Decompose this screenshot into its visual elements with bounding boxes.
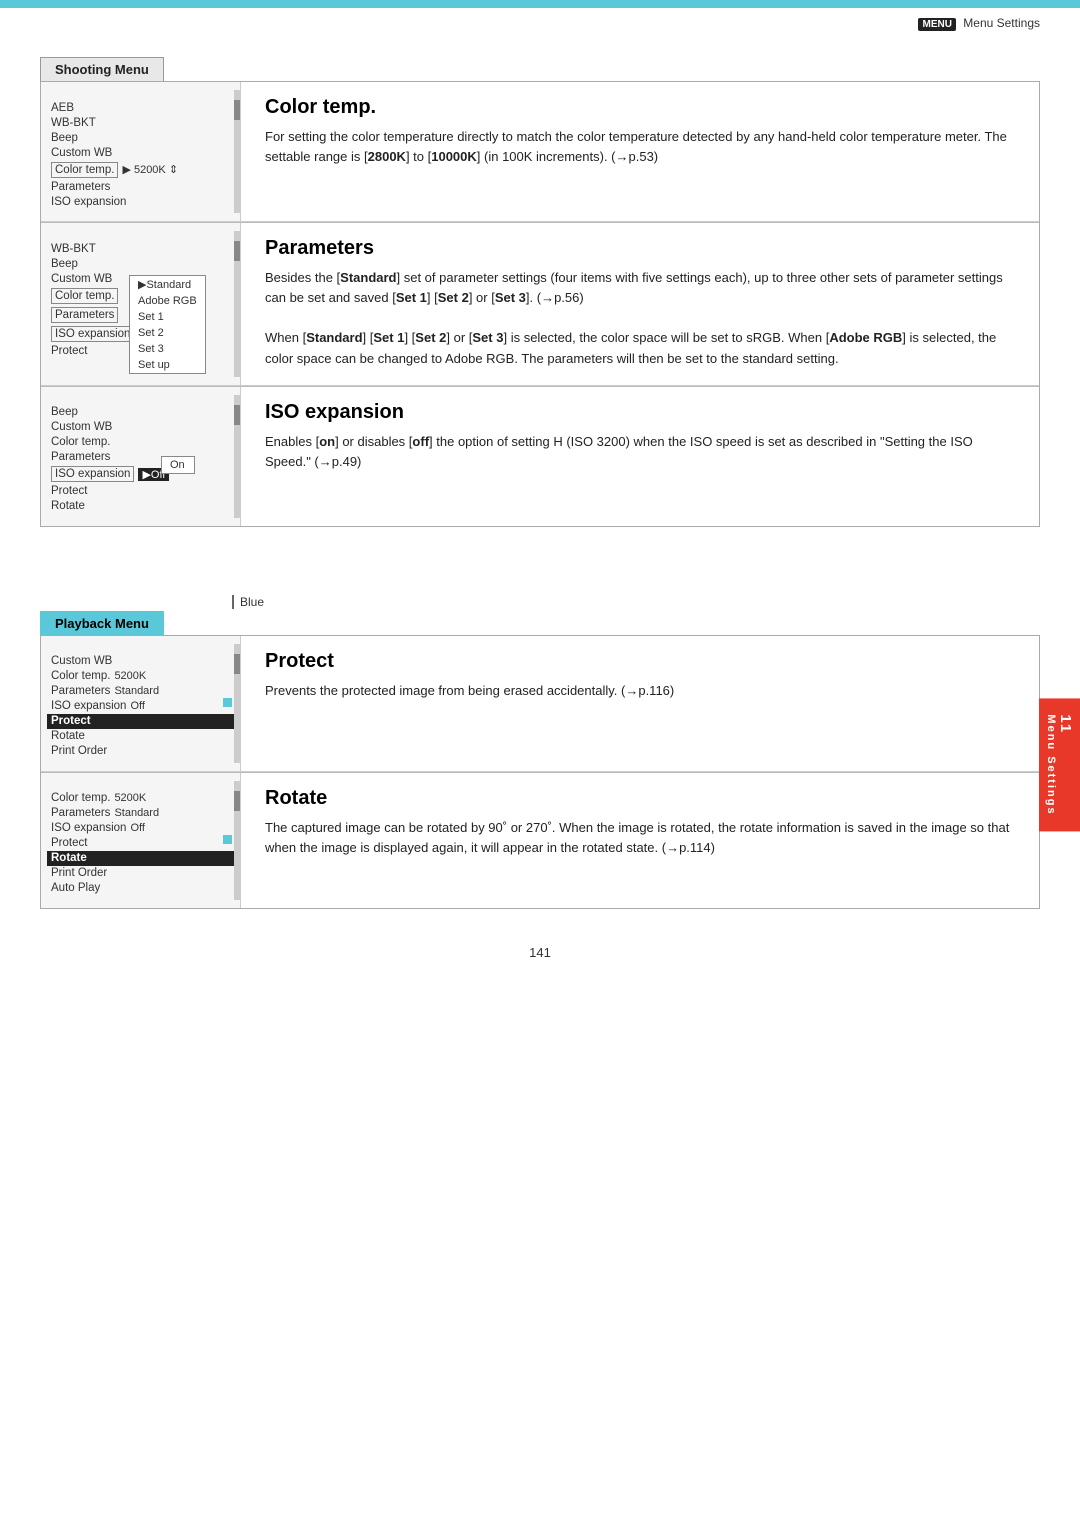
menu-item-iso5: ISO expansion Off — [47, 821, 234, 836]
iso-expansion-entry: Beep Custom WB Color temp. Parameters IS… — [41, 387, 1039, 526]
rotate-title: Rotate — [265, 787, 1015, 810]
menu-item-beep3: Beep — [47, 405, 234, 420]
menu-item-color-temp5: Color temp. 5200K — [47, 791, 234, 806]
dropdown-item-adobe-rgb: Adobe RGB — [130, 293, 205, 309]
dropdown-item-setup: Set up — [130, 357, 205, 373]
shooting-menu-section: Shooting Menu AEB WB-BKT Beep Custom WB … — [40, 57, 1040, 527]
iso-expansion-content: ISO expansion Enables [on] or disables [… — [241, 387, 1039, 526]
rotate-desc: The captured image can be rotated by 90˚… — [265, 818, 1015, 858]
right-tab-label: Menu Settings — [1045, 714, 1057, 815]
menu-item-protect4: Protect — [47, 714, 234, 729]
menu-item-color-temp3: Color temp. — [47, 435, 234, 450]
rotate-menu-panel: Color temp. 5200K Parameters Standard IS… — [41, 773, 241, 908]
shooting-menu-tab: Shooting Menu — [40, 57, 164, 81]
parameters-menu-panel: WB-BKT Beep Custom WB Color temp. Parame… — [41, 223, 241, 385]
protect-entry: Custom WB Color temp. 5200K Parameters S… — [41, 636, 1039, 772]
menu-item-iso-expansion: ISO expansion — [47, 194, 234, 209]
parameters-entry: WB-BKT Beep Custom WB Color temp. Parame… — [41, 223, 1039, 386]
menu-item-rotate3: Rotate — [47, 499, 234, 514]
section-gap — [40, 563, 1040, 595]
iso-expansion-desc: Enables [on] or disables [off] the optio… — [265, 432, 1015, 472]
menu-item-parameters5: Parameters Standard — [47, 806, 234, 821]
menu-icon-box: MENU — [918, 18, 955, 31]
dropdown-item-set2: Set 2 — [130, 325, 205, 341]
menu-scrollbar3 — [234, 395, 240, 518]
iso-expansion-title: ISO expansion — [265, 401, 1015, 424]
menu-item-color-temp2-label: Color temp. — [51, 288, 118, 304]
menu-item-beep: Beep — [47, 130, 234, 145]
menu-item-color-temp: Color temp. ▶ 5200K ⇕ — [47, 160, 234, 179]
dropdown-item-on: On — [162, 457, 194, 473]
menu-item-color-temp-value: ▶ 5200K ⇕ — [122, 163, 178, 176]
menu-scrollbar-thumb5 — [234, 791, 240, 811]
parameters-desc: Besides the [Standard] set of parameter … — [265, 268, 1015, 369]
menu-scrollbar — [234, 90, 240, 213]
rotate-content: Rotate The captured image can be rotated… — [241, 773, 1039, 908]
menu-item-protect3: Protect — [47, 484, 234, 499]
menu-item-iso3: ISO expansion ▶Off — [47, 465, 234, 484]
menu-item-custom-wb: Custom WB — [47, 145, 234, 160]
color-temp-desc: For setting the color temperature direct… — [265, 127, 1015, 167]
menu-item-rotate4: Rotate — [47, 729, 234, 744]
menu-item-wb-bkt2: WB-BKT — [47, 241, 234, 256]
menu-item-custom-wb4: Custom WB — [47, 654, 234, 669]
color-temp-menu-panel: AEB WB-BKT Beep Custom WB Color temp. ▶ … — [41, 82, 241, 221]
protect-desc: Prevents the protected image from being … — [265, 681, 1015, 701]
menu-item-iso4: ISO expansion Off — [47, 699, 234, 714]
header-title: MENU Menu Settings — [0, 8, 1080, 37]
parameters-dropdown: ▶Standard Adobe RGB Set 1 Set 2 Set 3 Se… — [129, 275, 206, 374]
menu-item-print-order4: Print Order — [47, 744, 234, 759]
menu-scrollbar5 — [234, 781, 240, 900]
menu-item-print-order5: Print Order — [47, 866, 234, 881]
protect-title: Protect — [265, 650, 1015, 673]
menu-item-parameters3: Parameters — [47, 450, 234, 465]
blue-annotation-text: Blue — [240, 595, 264, 609]
menu-item-aeb: AEB — [47, 100, 234, 115]
menu-item-beep2: Beep — [47, 256, 234, 271]
protect-content: Protect Prevents the protected image fro… — [241, 636, 1039, 771]
menu-scrollbar-thumb2 — [234, 241, 240, 261]
menu-item-iso2-label: ISO expansion — [51, 326, 134, 342]
playback-menu-section: Blue Playback Menu Custom WB Color temp.… — [40, 595, 1040, 909]
right-tab-number: 11 — [1057, 714, 1074, 809]
rotate-entry: Color temp. 5200K Parameters Standard IS… — [41, 773, 1039, 908]
protect-menu-panel: Custom WB Color temp. 5200K Parameters S… — [41, 636, 241, 771]
color-temp-title: Color temp. — [265, 96, 1015, 119]
right-tab: 11 Menu Settings — [1039, 698, 1080, 831]
menu-item-parameters: Parameters — [47, 179, 234, 194]
menu-item-auto-play5: Auto Play — [47, 881, 234, 896]
menu-scrollbar-thumb3 — [234, 405, 240, 425]
parameters-content: Parameters Besides the [Standard] set of… — [241, 223, 1039, 385]
iso-expansion-menu-panel: Beep Custom WB Color temp. Parameters IS… — [41, 387, 241, 526]
color-temp-entry: AEB WB-BKT Beep Custom WB Color temp. ▶ … — [41, 82, 1039, 222]
parameters-title: Parameters — [265, 237, 1015, 260]
color-temp-content: Color temp. For setting the color temper… — [241, 82, 1039, 221]
page-number: 141 — [40, 945, 1040, 960]
dropdown-item-set1: Set 1 — [130, 309, 205, 325]
menu-scrollbar2 — [234, 231, 240, 377]
dropdown-item-standard: ▶Standard — [130, 276, 205, 293]
menu-item-wb-bkt: WB-BKT — [47, 115, 234, 130]
menu-item-color-temp4: Color temp. 5200K — [47, 669, 234, 684]
menu-scrollbar-thumb4 — [234, 654, 240, 674]
playback-menu-tab: Playback Menu — [40, 611, 164, 635]
menu-item-parameters2-label: Parameters — [51, 307, 118, 323]
blue-annotation-row: Blue — [232, 595, 1040, 609]
menu-item-color-temp-label: Color temp. — [51, 162, 118, 178]
menu-scrollbar4 — [234, 644, 240, 763]
dropdown-item-set3: Set 3 — [130, 341, 205, 357]
header-title-text: Menu Settings — [963, 16, 1040, 30]
blue-connector-line — [232, 595, 234, 609]
menu-item-parameters4: Parameters Standard — [47, 684, 234, 699]
blue-indicator2 — [223, 835, 232, 844]
blue-indicator — [223, 698, 232, 707]
menu-item-protect5: Protect — [47, 836, 234, 851]
menu-item-custom-wb3: Custom WB — [47, 420, 234, 435]
iso-dropdown: On — [161, 456, 195, 474]
header-bar — [0, 0, 1080, 8]
menu-item-rotate5: Rotate — [47, 851, 234, 866]
menu-scrollbar-thumb — [234, 100, 240, 120]
menu-item-iso3-label: ISO expansion — [51, 466, 134, 482]
